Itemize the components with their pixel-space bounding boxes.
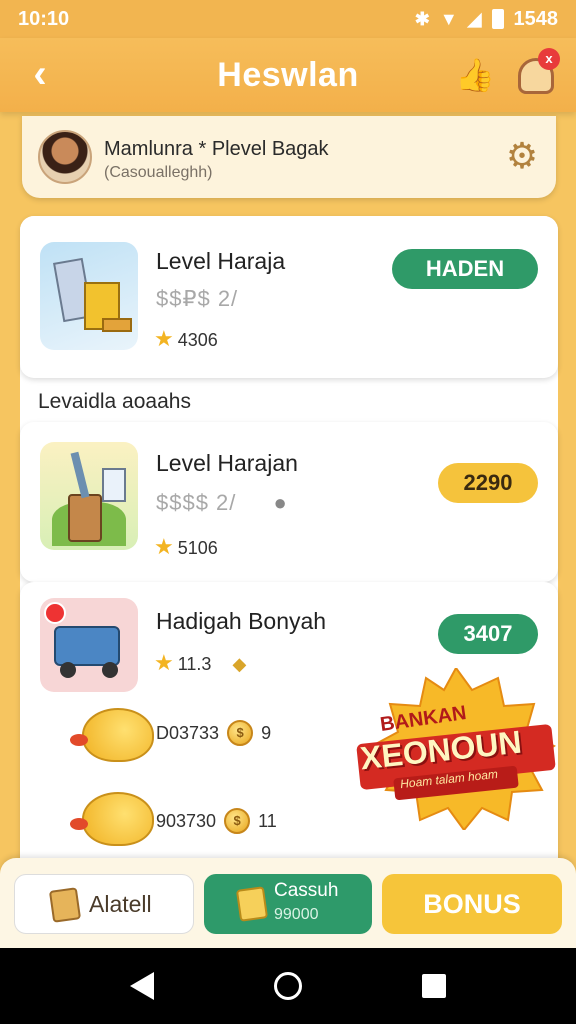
- tab-label: Cassuh: [274, 880, 339, 901]
- item-title: Hadigah Bonyah: [156, 608, 327, 634]
- bottom-action-bar: Alatell Cassuh 99000 BONUS: [0, 858, 576, 948]
- status-time: 10:10: [18, 7, 70, 30]
- item-title: Level Haraja: [156, 248, 286, 274]
- nav-recents-icon[interactable]: [422, 974, 446, 998]
- truck-thumbnail: [40, 598, 138, 692]
- piggy-bank-icon: [70, 708, 154, 762]
- savings-row: D03733 $ 9: [156, 720, 271, 746]
- system-nav-bar: [0, 948, 576, 1024]
- savings-row: 903730 $ 11: [156, 808, 277, 834]
- user-card[interactable]: Mamlunra * Plevel Bagak (Casoualleghh) ⚙: [22, 116, 556, 198]
- status-clock: 1548: [513, 7, 559, 30]
- star-icon: ★: [154, 534, 174, 559]
- list-item[interactable]: Level Harajan $$$$ 2/ ● ★ 5106 2290: [20, 422, 558, 582]
- cash-icon: [235, 886, 269, 922]
- list-item[interactable]: Level Haraja $$₽$ 2/ ★ 4306 HADEN: [20, 216, 558, 378]
- cash-tab-button[interactable]: Cassuh 99000: [204, 874, 372, 934]
- item-price: $$₽$ 2/: [156, 286, 239, 311]
- scroll-icon: [48, 887, 82, 923]
- item-rating: ★ 5106: [154, 534, 218, 560]
- bluetooth-icon: ✱: [414, 8, 430, 29]
- user-name: Mamlunra * Plevel Bagak: [104, 138, 329, 160]
- pencil-cup-thumbnail: [40, 442, 138, 550]
- coin-icon: $: [227, 720, 254, 746]
- gem-icon: ◆: [232, 654, 247, 674]
- item-rating: ★ 4306: [154, 326, 218, 352]
- section-heading: Levaidla aoaahs: [38, 390, 191, 413]
- avatar: [38, 130, 92, 184]
- tab-label: BONUS: [423, 889, 521, 919]
- item-price: $$$$ 2/ ●: [156, 490, 288, 516]
- star-icon: ★: [154, 326, 174, 351]
- books-thumbnail: [40, 242, 138, 350]
- coin-count: 11: [258, 810, 277, 831]
- item-title: Level Harajan: [156, 450, 298, 476]
- savings-amount: 903730: [156, 810, 217, 831]
- user-subtitle: (Casoualleghh): [104, 164, 213, 181]
- savings-amount: D03733: [156, 722, 220, 743]
- abot-tab-button[interactable]: Alatell: [14, 874, 194, 934]
- star-icon: ★: [154, 650, 174, 675]
- back-arrow-icon[interactable]: ‹: [20, 54, 60, 94]
- coin-icon: $: [224, 808, 251, 834]
- nav-back-icon[interactable]: [130, 972, 154, 1000]
- coin-count: 9: [261, 722, 272, 743]
- piggy-bank-icon: [70, 792, 154, 846]
- item-action-button[interactable]: 3407: [438, 614, 538, 654]
- signal-icon: ◢: [467, 8, 482, 29]
- rating-value: 5106: [177, 538, 218, 558]
- tab-label: Alatell: [89, 891, 152, 917]
- wifi-icon: ▼: [439, 8, 458, 29]
- app-bar: ‹ Heswlan 👍 x: [0, 38, 576, 112]
- notification-badge: x: [538, 48, 560, 70]
- flame-icon: ●: [273, 490, 288, 515]
- item-rating: ★ 11.3 ◆: [154, 650, 246, 676]
- page-title: Heswlan: [217, 55, 359, 94]
- status-icons: ✱ ▼ ◢ 1548: [415, 8, 558, 31]
- nav-home-icon[interactable]: [274, 972, 302, 1000]
- rating-value: 11.3: [177, 654, 212, 674]
- promo-badge[interactable]: BANKAN XEONOUN Hoam talam hoam: [354, 668, 558, 830]
- status-bar: 10:10 ✱ ▼ ◢ 1548: [0, 0, 576, 38]
- rating-value: 4306: [177, 330, 218, 350]
- bonus-tab-button[interactable]: BONUS: [382, 874, 562, 934]
- price-value: $$$$ 2/: [156, 490, 237, 515]
- battery-icon: [491, 9, 504, 29]
- cash-amount: 99000: [274, 906, 319, 923]
- item-action-button[interactable]: HADEN: [392, 249, 538, 289]
- thumbs-up-icon[interactable]: 👍: [454, 54, 496, 96]
- profile-button[interactable]: x: [514, 48, 560, 96]
- item-action-button[interactable]: 2290: [438, 463, 538, 503]
- gear-icon[interactable]: ⚙: [502, 136, 542, 176]
